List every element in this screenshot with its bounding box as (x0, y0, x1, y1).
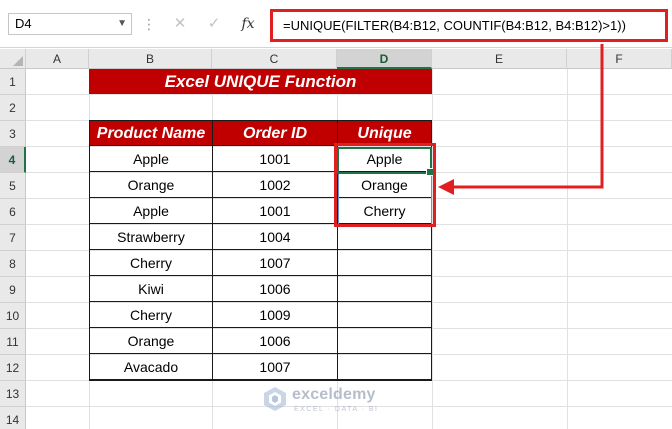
select-all-button[interactable] (0, 49, 26, 69)
order-id-cell[interactable]: 1001 (212, 146, 338, 172)
exceldemy-watermark: exceldemy EXCEL · DATA · BI (262, 384, 412, 424)
row-header-3[interactable]: 3 (0, 121, 26, 147)
column-header-e[interactable]: E (432, 49, 567, 69)
order-id-cell[interactable]: 1006 (212, 328, 338, 354)
order-id-cell[interactable]: 1007 (212, 250, 338, 276)
product-name-cell[interactable]: Kiwi (89, 276, 213, 302)
result-highlight-box (334, 143, 436, 227)
product-name-cell[interactable]: Cherry (89, 302, 213, 328)
grid-line (567, 69, 568, 429)
column-header-a[interactable]: A (26, 49, 89, 69)
check-icon[interactable]: ✓ (204, 14, 224, 34)
column-header-b[interactable]: B (89, 49, 212, 69)
product-name-cell[interactable]: Apple (89, 198, 213, 224)
row-header-12[interactable]: 12 (0, 355, 26, 381)
watermark-name: exceldemy (292, 386, 376, 403)
unique-cell[interactable] (337, 354, 432, 380)
column-header-d[interactable]: D (337, 49, 432, 69)
table-row-border (89, 249, 432, 250)
grid-line (432, 69, 433, 429)
product-name-cell[interactable]: Cherry (89, 250, 213, 276)
row-header-13[interactable]: 13 (0, 381, 26, 407)
cancel-icon[interactable]: ✕ (170, 14, 190, 34)
watermark-tagline: EXCEL · DATA · BI (294, 406, 379, 413)
order-id-cell[interactable]: 1007 (212, 354, 338, 380)
grid-line (26, 380, 672, 381)
header-product-name[interactable]: Product Name (89, 120, 213, 146)
product-name-cell[interactable]: Orange (89, 172, 213, 198)
unique-cell[interactable] (337, 276, 432, 302)
table-row-border (89, 379, 432, 380)
order-id-cell[interactable]: 1001 (212, 198, 338, 224)
formula-bar-grip-icon[interactable]: ⋮ (142, 14, 156, 34)
order-id-cell[interactable]: 1009 (212, 302, 338, 328)
table-row-border (89, 327, 432, 328)
name-box[interactable]: D4 ▼ (8, 13, 132, 35)
column-header-f[interactable]: F (567, 49, 672, 69)
row-header-2[interactable]: 2 (0, 95, 26, 121)
insert-function-icon[interactable]: fx (236, 13, 260, 35)
unique-cell[interactable] (337, 328, 432, 354)
row-header-6[interactable]: 6 (0, 199, 26, 225)
row-header-5[interactable]: 5 (0, 173, 26, 199)
column-header-c[interactable]: C (212, 49, 337, 69)
unique-cell[interactable] (337, 224, 432, 250)
product-name-cell[interactable]: Apple (89, 146, 213, 172)
order-id-cell[interactable]: 1006 (212, 276, 338, 302)
header-order-id[interactable]: Order ID (212, 120, 338, 146)
table-divider (212, 120, 213, 381)
formula-input[interactable]: =UNIQUE(FILTER(B4:B12, COUNTIF(B4:B12, B… (270, 9, 668, 42)
row-header-10[interactable]: 10 (0, 303, 26, 329)
exceldemy-logo-icon (264, 387, 286, 411)
formula-bar: D4 ▼ ⋮ ✕ ✓ fx =UNIQUE(FILTER(B4:B12, COU… (0, 0, 672, 48)
product-name-cell[interactable]: Orange (89, 328, 213, 354)
product-name-cell[interactable]: Avacado (89, 354, 213, 380)
row-header-9[interactable]: 9 (0, 277, 26, 303)
order-id-cell[interactable]: 1002 (212, 172, 338, 198)
row-header-11[interactable]: 11 (0, 329, 26, 355)
product-name-cell[interactable]: Strawberry (89, 224, 213, 250)
row-header-7[interactable]: 7 (0, 225, 26, 251)
row-header-1[interactable]: 1 (0, 69, 26, 95)
row-header-4[interactable]: 4 (0, 147, 26, 173)
unique-cell[interactable] (337, 302, 432, 328)
row-header-8[interactable]: 8 (0, 251, 26, 277)
chevron-down-icon[interactable]: ▼ (117, 14, 127, 34)
table-row-border (89, 353, 432, 354)
grid-line (26, 94, 672, 95)
table-row-border (89, 301, 432, 302)
row-header-14[interactable]: 14 (0, 407, 26, 429)
sheet-title[interactable]: Excel UNIQUE Function (89, 69, 432, 94)
order-id-cell[interactable]: 1004 (212, 224, 338, 250)
name-box-value: D4 (15, 16, 32, 31)
table-row-border (89, 275, 432, 276)
unique-cell[interactable] (337, 250, 432, 276)
